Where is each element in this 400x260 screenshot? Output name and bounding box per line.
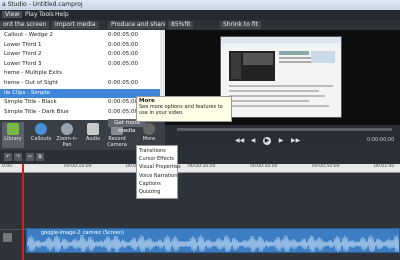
clip-duration: 0:00:05;00	[108, 32, 139, 38]
ruler-tick: 00:00:50:00	[312, 164, 340, 169]
player-controls: ◀◀ ◀ ▶ ▶ ▶▶ 0:00:00;00	[165, 125, 400, 153]
menu-bar: View Play Tools Help	[0, 10, 400, 20]
more-tooltip: More See more options and features to us…	[136, 96, 232, 122]
menu-item-transitions[interactable]: Transitions	[139, 148, 166, 154]
more-dropdown-menu: Transitions Cursor Effects Visual Properti…	[136, 145, 181, 199]
shrink-fit-dropdown[interactable]: Shrink to fit	[220, 21, 261, 29]
tab-callouts[interactable]: Callouts	[30, 122, 52, 148]
ruler-tick: 0:00	[2, 164, 13, 169]
clip-label: Callout - Wedge 2	[4, 32, 53, 38]
clip-list-item[interactable]: heme - Multiple Exits	[0, 69, 160, 78]
tab-audio[interactable]: Audio	[82, 122, 104, 148]
previous-icon[interactable]: ◀	[249, 137, 257, 145]
clip-list-item[interactable]: Lower Third 1 0:00:05;00	[0, 41, 160, 50]
clip-duration: 0:00:05;00	[108, 80, 139, 86]
zoom-dropdown[interactable]: 85%fit	[168, 21, 194, 29]
window-titlebar: a Studio - Untitled.camproj	[0, 0, 400, 10]
clip-label: ile Clips - Simple	[4, 89, 50, 96]
produce-share-button[interactable]: Produce and share	[108, 21, 170, 29]
timeline-ruler[interactable]: 0:0000:00:10:0000:00:20:0000:00:30:0000:…	[0, 164, 400, 173]
cut-icon[interactable]: ✂	[26, 153, 34, 161]
audio-clip[interactable]: google-image-2_camrec (Screen)	[26, 228, 400, 253]
clip-label: Simple Title - Dark Blue	[4, 108, 69, 115]
playhead-marker[interactable]	[22, 164, 24, 260]
menu-help[interactable]: Help	[52, 11, 72, 18]
clip-duration: 0:00:05;00	[108, 60, 139, 67]
menu-item-voice-narration[interactable]: Voice Narration	[139, 173, 177, 179]
ruler-tick: 00:01:00	[374, 164, 395, 169]
next-icon[interactable]: ▶	[277, 137, 285, 145]
clip-label: heme - Out of Sight	[4, 80, 59, 86]
clip-list-item[interactable]: Callout - Wedge 2 0:00:05;00	[0, 31, 160, 40]
menu-item-visual-properties[interactable]: Visual Properties	[139, 164, 181, 170]
undo-icon[interactable]: ↶	[4, 153, 12, 161]
preview-screen	[220, 36, 342, 118]
clip-label: Lower Third 1	[4, 41, 42, 48]
ruler-tick: 00:00:10:00	[64, 164, 92, 169]
import-media-button[interactable]: Import media	[52, 21, 99, 29]
ruler-tick: 00:00:30:00	[188, 164, 216, 169]
ruler-tick: 00:00:40:00	[250, 164, 278, 169]
callouts-icon	[35, 123, 47, 135]
preview-screenshot	[221, 37, 341, 107]
clip-label: Simple Title - Black	[4, 99, 57, 106]
clip-duration: 0:00:05;00	[108, 99, 139, 106]
clip-duration: 0:00:05;00	[108, 108, 139, 115]
playback-scrubber[interactable]	[177, 128, 392, 131]
library-icon	[7, 123, 19, 135]
audio-icon	[87, 123, 99, 135]
clip-label: Lower Third 2	[4, 51, 42, 58]
timeline-toolbar: ↶ ↷ ✂ ⧉	[0, 150, 400, 164]
waveform	[27, 235, 399, 252]
track-lock-icon[interactable]	[3, 233, 12, 242]
window-title: a Studio - Untitled.camproj	[2, 1, 83, 8]
menu-item-quizzing[interactable]: Quizzing	[139, 189, 160, 195]
time-readout: 0:00:00;00	[367, 137, 395, 143]
preview-toolbar: 85%fit Shrink to fit	[165, 20, 400, 30]
clip-duration: 0:00:05;00	[108, 51, 139, 58]
menu-view[interactable]: View	[2, 11, 23, 18]
clip-label: Lower Third 3	[4, 60, 42, 67]
menu-item-captions[interactable]: Captions	[139, 181, 161, 187]
zoom-icon	[61, 123, 73, 135]
copy-icon[interactable]: ⧉	[36, 153, 44, 161]
clip-duration: 0:00:05;00	[108, 41, 139, 48]
clip-label: heme - Multiple Exits	[4, 70, 62, 77]
record-screen-button[interactable]: ord the screen	[0, 21, 50, 29]
fast-forward-icon[interactable]: ▶▶	[291, 137, 300, 145]
tab-library[interactable]: Library	[2, 122, 24, 148]
redo-icon[interactable]: ↷	[14, 153, 22, 161]
menu-item-cursor-effects[interactable]: Cursor Effects	[139, 156, 174, 162]
rewind-icon[interactable]: ◀◀	[235, 137, 244, 145]
clip-list-item[interactable]: heme - Out of Sight 0:00:05;00	[0, 79, 160, 88]
play-icon[interactable]: ▶	[263, 137, 271, 145]
waveform-path	[27, 235, 399, 252]
tooltip-body: See more options and features to use in …	[139, 104, 223, 116]
tab-zoom-n-pan[interactable]: Zoom-n-Pan	[56, 122, 78, 148]
clip-list-item[interactable]: Lower Third 2 0:00:05;00	[0, 50, 160, 59]
clip-list-item[interactable]: Lower Third 3 0:00:05;00	[0, 60, 160, 69]
